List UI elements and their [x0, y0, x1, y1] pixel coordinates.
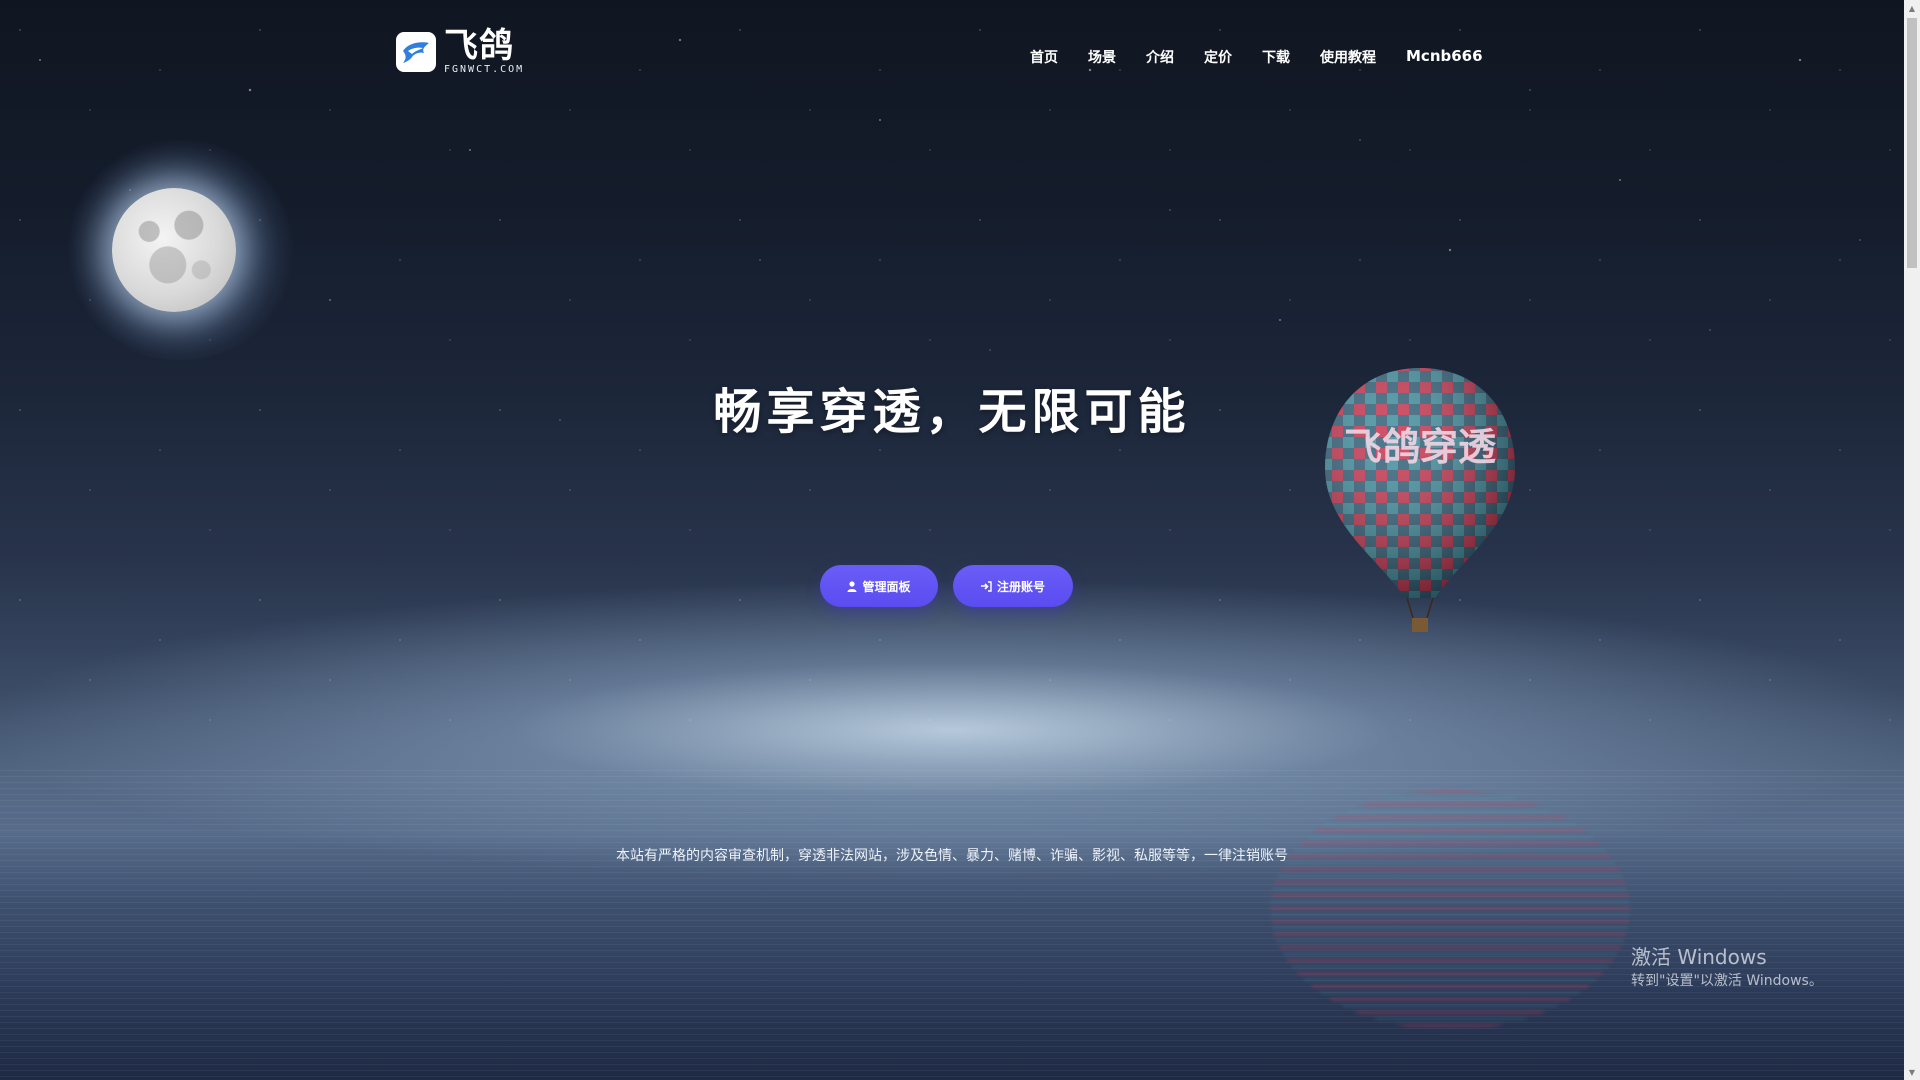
cta-buttons: 管理面板 注册账号: [820, 565, 1073, 607]
register-account-label: 注册账号: [996, 579, 1045, 594]
nav-pricing[interactable]: 定价: [1204, 47, 1232, 67]
balloon-text: 飞鸽穿透: [1344, 425, 1497, 469]
windows-activation-watermark: 激活 Windows 转到"设置"以激活 Windows。: [1631, 945, 1823, 991]
scrollbar-thumb[interactable]: [1907, 18, 1917, 268]
watermark-title: 激活 Windows: [1631, 945, 1767, 969]
nav-tutorial[interactable]: 使用教程: [1320, 47, 1376, 67]
site-logo[interactable]: 飞鸽 FGNWCT.COM: [396, 28, 524, 76]
nav-intro[interactable]: 介绍: [1146, 47, 1174, 67]
nav-home[interactable]: 首页: [1030, 47, 1058, 67]
logo-wordmark: 飞鸽: [444, 26, 514, 66]
balloon-reflection: [1270, 790, 1630, 1030]
nav-download[interactable]: 下载: [1262, 47, 1290, 67]
moon-image: [112, 188, 236, 312]
landing-page: 飞鸽 FGNWCT.COM 首页 场景 介绍 定价 下载 使用教程 Mcnb66…: [0, 0, 1904, 1080]
vertical-scrollbar[interactable]: ▲ ▼: [1904, 0, 1920, 1080]
scroll-up-arrow-icon[interactable]: ▲: [1904, 0, 1920, 16]
register-account-button[interactable]: 注册账号: [953, 565, 1073, 607]
main-nav: 首页 场景 介绍 定价 下载 使用教程 Mcnb666: [1030, 47, 1483, 67]
hot-air-balloon-image: 飞鸽穿透: [1310, 360, 1530, 644]
watermark-subtitle: 转到"设置"以激活 Windows。: [1631, 973, 1823, 989]
nav-user-account[interactable]: Mcnb666: [1406, 47, 1483, 67]
user-icon: [847, 580, 857, 592]
sign-in-icon: [980, 580, 992, 592]
logo-domain: FGNWCT.COM: [444, 64, 525, 75]
scroll-down-arrow-icon[interactable]: ▼: [1904, 1064, 1920, 1080]
content-policy-notice: 本站有严格的内容审查机制，穿透非法网站，涉及色情、暴力、赌博、诈骗、影视、私服等…: [616, 848, 1288, 864]
admin-panel-button[interactable]: 管理面板: [820, 565, 938, 607]
site-header: 飞鸽 FGNWCT.COM 首页 场景 介绍 定价 下载 使用教程 Mcnb66…: [0, 0, 1904, 110]
admin-panel-label: 管理面板: [862, 579, 911, 594]
hero-title: 畅享穿透，无限可能: [713, 384, 1191, 440]
pigeon-logo-icon: [396, 32, 436, 72]
nav-scenes[interactable]: 场景: [1088, 47, 1116, 67]
